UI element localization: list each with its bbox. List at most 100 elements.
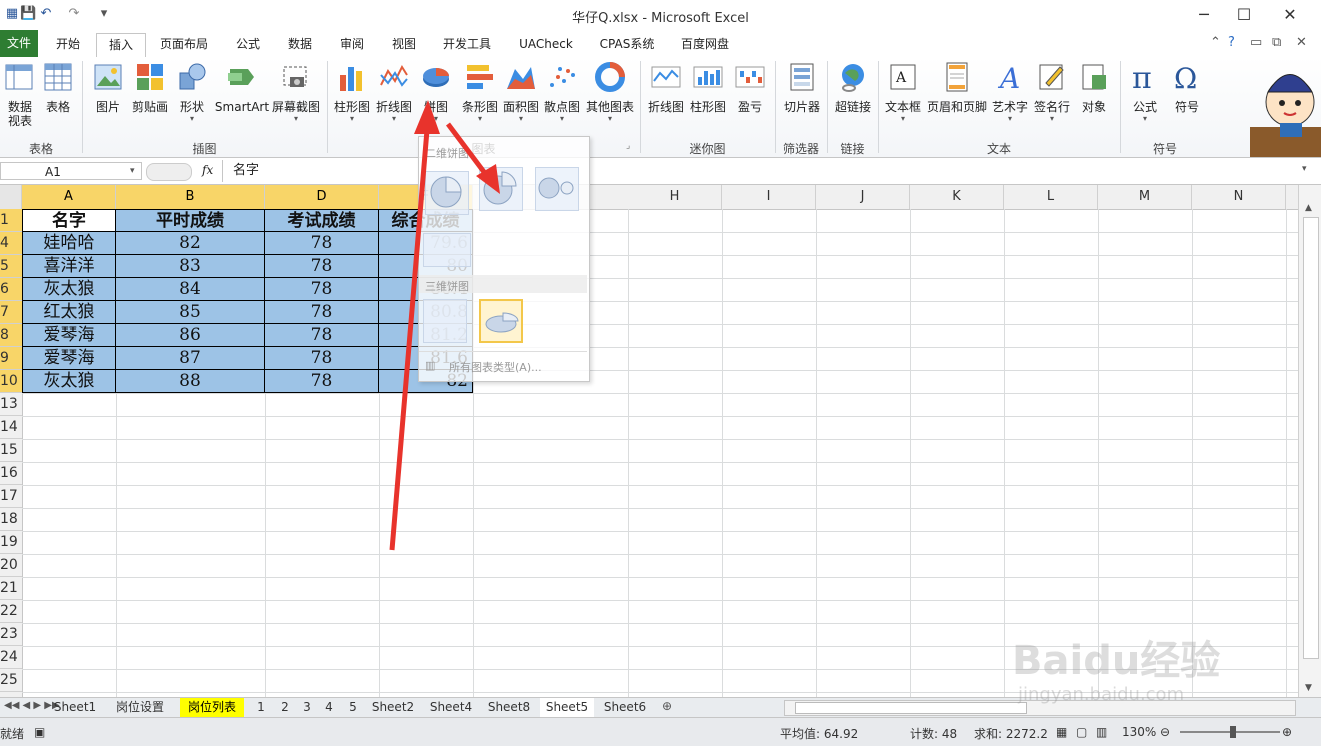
bar-chart-button[interactable]: 条形图 ▾ bbox=[458, 61, 502, 124]
sheet-tab[interactable]: 4 bbox=[320, 698, 338, 717]
tab-cpas[interactable]: CPAS系统 bbox=[592, 33, 662, 56]
scroll-up-icon[interactable]: ▲ bbox=[1305, 203, 1312, 213]
column-chart-button[interactable]: 柱形图 ▾ bbox=[332, 61, 372, 124]
column-header[interactable]: I bbox=[722, 185, 816, 209]
name-box-dropdown-icon[interactable]: ▾ bbox=[130, 166, 135, 176]
picture-button[interactable]: 图片 bbox=[90, 61, 126, 114]
sparkline-line-button[interactable]: 折线图 bbox=[646, 61, 686, 114]
column-header[interactable]: A bbox=[22, 185, 116, 209]
clipart-button[interactable]: 剪贴画 bbox=[130, 61, 170, 114]
equation-button[interactable]: π 公式 ▾ bbox=[1124, 61, 1166, 124]
zoom-level[interactable]: 130% bbox=[1122, 725, 1156, 739]
close-button[interactable]: ✕ bbox=[1267, 0, 1313, 30]
gallery-3d-exploded-pie-option[interactable] bbox=[479, 299, 523, 343]
workbook-close-icon[interactable]: ✕ bbox=[1296, 35, 1307, 50]
other-chart-button[interactable]: 其他图表 ▾ bbox=[584, 61, 636, 124]
scatter-chart-button[interactable]: 散点图 ▾ bbox=[542, 61, 582, 124]
table-cell[interactable]: 灰太狼 bbox=[22, 278, 116, 301]
tab-file[interactable]: 文件 bbox=[0, 30, 38, 57]
zoom-in-icon[interactable]: ⊕ bbox=[1282, 725, 1292, 739]
row-header[interactable]: 1 bbox=[0, 209, 22, 232]
maximize-button[interactable]: ☐ bbox=[1221, 0, 1267, 30]
tab-home[interactable]: 开始 bbox=[46, 33, 90, 56]
tab-baidu-netdisk[interactable]: 百度网盘 bbox=[672, 33, 738, 56]
row-header[interactable]: 7 bbox=[0, 301, 22, 324]
expand-formula-bar-icon[interactable]: ▾ bbox=[1302, 164, 1307, 174]
scroll-down-icon[interactable]: ▼ bbox=[1305, 683, 1312, 693]
table-cell[interactable]: 78 bbox=[265, 324, 379, 347]
dialog-launcher-icon[interactable]: ⌟ bbox=[626, 141, 630, 151]
table-cell[interactable]: 82 bbox=[116, 232, 265, 255]
tab-insert[interactable]: 插入 bbox=[96, 33, 146, 58]
gallery-3d-pie-option[interactable] bbox=[423, 299, 467, 343]
shapes-button[interactable]: 形状 ▾ bbox=[174, 61, 210, 124]
row-header[interactable]: 9 bbox=[0, 347, 22, 370]
formula-input[interactable]: 名字 bbox=[222, 160, 1297, 182]
table-cell[interactable]: 83 bbox=[116, 255, 265, 278]
slicer-button[interactable]: 切片器 bbox=[780, 61, 824, 114]
scroll-thumb[interactable] bbox=[1303, 217, 1319, 659]
row-header[interactable]: 17 bbox=[0, 485, 22, 508]
sheet-tab[interactable]: 2 bbox=[276, 698, 294, 717]
table-cell[interactable]: 爱琴海 bbox=[22, 347, 116, 370]
line-chart-button[interactable]: 折线图 ▾ bbox=[374, 61, 414, 124]
row-header[interactable]: 4 bbox=[0, 232, 22, 255]
table-header-cell[interactable]: 平时成绩 bbox=[116, 209, 265, 232]
sheet-tab[interactable]: 1 bbox=[252, 698, 270, 717]
normal-view-icon[interactable]: ▦ bbox=[1056, 725, 1067, 739]
zoom-slider-thumb[interactable] bbox=[1230, 726, 1236, 738]
tab-formulas[interactable]: 公式 bbox=[226, 33, 270, 56]
gallery-bar-of-pie-option[interactable] bbox=[423, 233, 471, 267]
row-header[interactable]: 22 bbox=[0, 600, 22, 623]
column-header[interactable]: L bbox=[1004, 185, 1098, 209]
table-cell[interactable]: 喜洋洋 bbox=[22, 255, 116, 278]
signature-line-button[interactable]: 签名行 ▾ bbox=[1032, 61, 1072, 124]
object-button[interactable]: 对象 bbox=[1074, 61, 1114, 114]
table-header-cell[interactable]: 名字 bbox=[22, 209, 116, 232]
sparkline-winloss-button[interactable]: 盈亏 bbox=[732, 61, 768, 114]
macro-record-icon[interactable]: ▣ bbox=[34, 725, 45, 739]
sheet-tab[interactable]: 5 bbox=[344, 698, 362, 717]
row-header[interactable]: 25 bbox=[0, 669, 22, 692]
tab-developer[interactable]: 开发工具 bbox=[434, 33, 500, 56]
row-header[interactable]: 5 bbox=[0, 255, 22, 278]
sheet-tab[interactable]: Sheet8 bbox=[484, 698, 534, 717]
table-cell[interactable]: 87 bbox=[116, 347, 265, 370]
gallery-pie-of-pie-option[interactable] bbox=[535, 167, 579, 211]
workbook-minimize-icon[interactable]: ▭ bbox=[1250, 35, 1262, 50]
gallery-pie-option[interactable] bbox=[425, 171, 469, 215]
all-chart-types-link[interactable]: 所有图表类型(A)... bbox=[449, 359, 542, 375]
collapse-ribbon-icon[interactable]: ⌃ bbox=[1210, 35, 1221, 50]
pivot-table-button[interactable]: 数据 视表 bbox=[0, 61, 40, 128]
row-header[interactable]: 16 bbox=[0, 462, 22, 485]
header-footer-button[interactable]: 页眉和页脚 bbox=[926, 61, 988, 114]
workbook-restore-icon[interactable]: ⧉ bbox=[1272, 35, 1281, 50]
row-header[interactable]: 13 bbox=[0, 393, 22, 416]
sheet-tab[interactable]: 岗位列表 bbox=[180, 698, 244, 717]
table-cell[interactable]: 娃哈哈 bbox=[22, 232, 116, 255]
tab-review[interactable]: 审阅 bbox=[330, 33, 374, 56]
row-header[interactable]: 21 bbox=[0, 577, 22, 600]
hyperlink-button[interactable]: 超链接 bbox=[832, 61, 874, 114]
table-cell[interactable]: 88 bbox=[116, 370, 265, 393]
page-layout-view-icon[interactable]: ▢ bbox=[1076, 725, 1087, 739]
table-cell[interactable]: 78 bbox=[265, 278, 379, 301]
tab-data[interactable]: 数据 bbox=[278, 33, 322, 56]
table-cell[interactable]: 78 bbox=[265, 301, 379, 324]
row-header[interactable]: 19 bbox=[0, 531, 22, 554]
sheet-tab[interactable]: Sheet6 bbox=[600, 698, 650, 717]
table-cell[interactable]: 86 bbox=[116, 324, 265, 347]
table-button[interactable]: 表格 bbox=[40, 61, 76, 114]
row-header[interactable]: 20 bbox=[0, 554, 22, 577]
row-header[interactable]: 18 bbox=[0, 508, 22, 531]
zoom-out-icon[interactable]: ⊖ bbox=[1160, 725, 1170, 739]
column-header[interactable]: M bbox=[1098, 185, 1192, 209]
sparkline-column-button[interactable]: 柱形图 bbox=[688, 61, 728, 114]
row-header[interactable]: 15 bbox=[0, 439, 22, 462]
wordart-button[interactable]: A 艺术字 ▾ bbox=[990, 61, 1030, 124]
table-cell[interactable]: 红太狼 bbox=[22, 301, 116, 324]
column-header[interactable]: B bbox=[116, 185, 265, 209]
column-header[interactable]: H bbox=[628, 185, 722, 209]
name-box[interactable]: A1 bbox=[0, 162, 142, 180]
horizontal-scroll-thumb[interactable] bbox=[795, 702, 1027, 714]
